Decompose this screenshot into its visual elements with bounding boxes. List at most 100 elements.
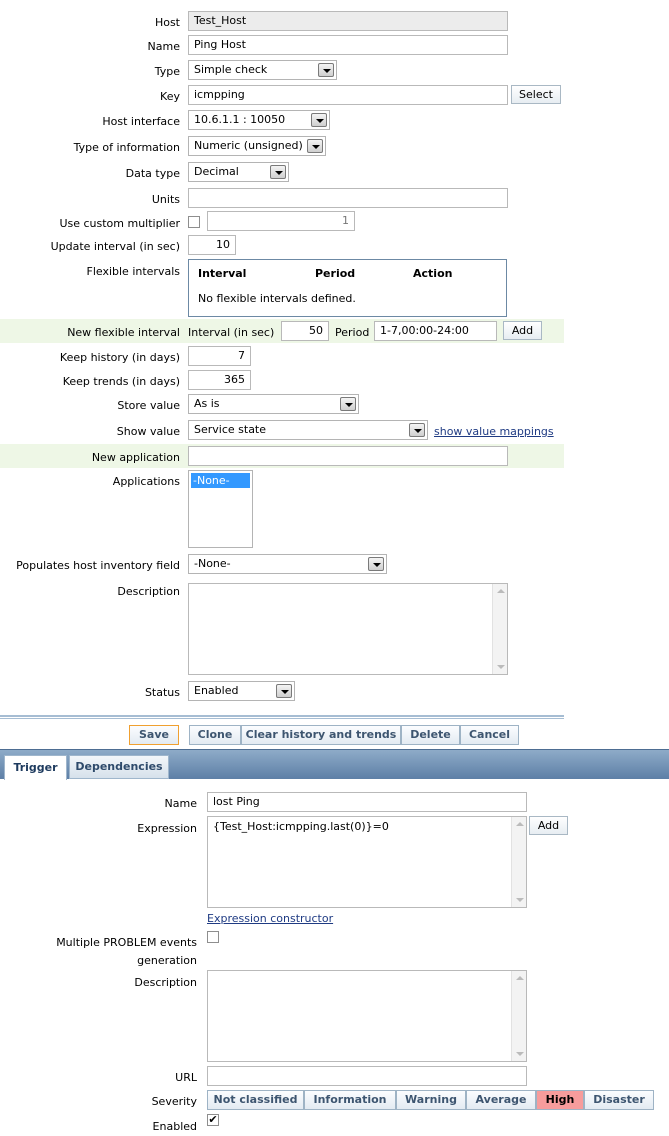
- show-value-label: Show value: [116, 425, 180, 438]
- store-value-select[interactable]: As is: [188, 394, 359, 414]
- expression-text: {Test_Host:icmpping.last(0)}=0: [213, 820, 389, 833]
- type-label: Type: [154, 65, 180, 78]
- inventory-field-value: -None-: [194, 557, 231, 570]
- tab-trigger[interactable]: Trigger: [4, 755, 67, 780]
- trigger-description-textarea[interactable]: [207, 970, 527, 1062]
- applications-label: Applications: [112, 475, 180, 488]
- expression-scrollbar[interactable]: [511, 817, 526, 907]
- scroll-down-icon: [516, 898, 524, 902]
- enabled-checkbox[interactable]: ✔: [207, 1114, 219, 1126]
- status-select[interactable]: Enabled: [188, 681, 295, 701]
- flexible-intervals-label: Flexible intervals: [86, 265, 181, 278]
- flex-empty-text: No flexible intervals defined.: [198, 292, 356, 305]
- severity-information[interactable]: Information: [304, 1090, 396, 1110]
- flexible-intervals-table: Interval Period Action No flexible inter…: [188, 259, 507, 317]
- scroll-down-icon: [497, 665, 505, 669]
- show-value-select[interactable]: Service state: [188, 420, 428, 440]
- new-flex-period-input[interactable]: 1-7,00:00-24:00: [374, 321, 497, 341]
- flex-col-action: Action: [413, 267, 453, 280]
- units-input[interactable]: [188, 188, 508, 208]
- inventory-field-select[interactable]: -None-: [188, 554, 387, 574]
- type-of-information-label: Type of information: [73, 141, 180, 154]
- new-application-label: New application: [91, 451, 180, 464]
- chevron-down-icon: [340, 397, 356, 411]
- severity-warning[interactable]: Warning: [396, 1090, 466, 1110]
- severity-not-classified[interactable]: Not classified: [207, 1090, 304, 1110]
- checkmark-icon: ✔: [208, 1113, 218, 1126]
- trigger-name-input[interactable]: lost Ping: [207, 792, 527, 812]
- tab-dependencies[interactable]: Dependencies: [69, 755, 169, 779]
- applications-listbox[interactable]: -None-: [188, 470, 253, 548]
- name-input[interactable]: Ping Host: [188, 35, 508, 55]
- clear-history-button[interactable]: Clear history and trends: [241, 725, 401, 745]
- chevron-down-icon: [311, 113, 327, 127]
- type-select-value: Simple check: [194, 63, 268, 76]
- enabled-label: Enabled: [152, 1120, 197, 1133]
- inventory-field-label: Populates host inventory field: [16, 559, 180, 572]
- host-field: Test_Host: [188, 11, 508, 31]
- host-interface-select[interactable]: 10.6.1.1 : 10050: [188, 110, 330, 130]
- type-of-information-value: Numeric (unsigned): [194, 139, 303, 152]
- expression-label: Expression: [137, 822, 197, 835]
- save-button[interactable]: Save: [129, 725, 179, 745]
- severity-average[interactable]: Average: [466, 1090, 536, 1110]
- custom-multiplier-input[interactable]: 1: [207, 211, 355, 231]
- flex-col-period: Period: [315, 267, 356, 280]
- custom-multiplier-checkbox[interactable]: [188, 216, 200, 228]
- cancel-button[interactable]: Cancel: [460, 725, 519, 745]
- clone-button[interactable]: Clone: [189, 725, 241, 745]
- host-interface-value: 10.6.1.1 : 10050: [194, 113, 286, 126]
- scroll-up-icon: [516, 976, 524, 980]
- new-flex-add-button[interactable]: Add: [503, 321, 542, 340]
- store-value-value: As is: [194, 397, 220, 410]
- host-label: Host: [154, 16, 180, 29]
- data-type-value: Decimal: [194, 165, 239, 178]
- expression-textarea[interactable]: {Test_Host:icmpping.last(0)}=0: [207, 816, 527, 908]
- status-label: Status: [144, 686, 180, 699]
- status-value: Enabled: [194, 684, 239, 697]
- chevron-down-icon: [307, 139, 323, 153]
- data-type-select[interactable]: Decimal: [188, 162, 289, 182]
- data-type-label: Data type: [125, 167, 180, 180]
- new-flex-interval-input[interactable]: 50: [281, 321, 329, 341]
- scroll-up-icon: [497, 589, 505, 593]
- trigger-description-scrollbar[interactable]: [511, 971, 526, 1061]
- units-label: Units: [151, 193, 180, 206]
- keep-history-input[interactable]: 7: [188, 346, 251, 366]
- applications-option-none[interactable]: -None-: [191, 473, 250, 488]
- expression-constructor-link[interactable]: Expression constructor: [207, 912, 333, 925]
- item-description-scrollbar[interactable]: [492, 584, 507, 674]
- update-interval-label: Update interval (in sec): [50, 240, 180, 253]
- key-select-button[interactable]: Select: [511, 85, 561, 104]
- key-label: Key: [160, 90, 180, 103]
- item-description-textarea[interactable]: [188, 583, 508, 675]
- new-flex-period-label: Period: [335, 326, 370, 339]
- expression-add-button[interactable]: Add: [529, 816, 568, 835]
- trigger-name-label: Name: [164, 797, 197, 810]
- chevron-down-icon: [270, 165, 286, 179]
- severity-disaster[interactable]: Disaster: [584, 1090, 654, 1110]
- keep-trends-label: Keep trends (in days): [62, 375, 180, 388]
- type-of-information-select[interactable]: Numeric (unsigned): [188, 136, 326, 156]
- new-flex-interval-label: Interval (in sec): [188, 326, 275, 339]
- multiple-problem-checkbox[interactable]: [207, 931, 219, 943]
- new-application-input[interactable]: [188, 446, 508, 466]
- form-separator: [0, 715, 564, 719]
- show-value-value: Service state: [194, 423, 267, 436]
- update-interval-input[interactable]: 10: [188, 235, 236, 255]
- type-select[interactable]: Simple check: [188, 60, 337, 80]
- show-value-mappings-link[interactable]: show value mappings: [434, 425, 554, 438]
- severity-high[interactable]: High: [536, 1090, 584, 1110]
- chevron-down-icon: [368, 557, 384, 571]
- url-input[interactable]: [207, 1066, 527, 1086]
- key-input[interactable]: icmpping: [188, 85, 508, 105]
- new-flexible-interval-label: New flexible interval: [67, 326, 180, 339]
- keep-trends-input[interactable]: 365: [188, 370, 251, 390]
- name-label: Name: [147, 40, 180, 53]
- delete-button[interactable]: Delete: [401, 725, 460, 745]
- flex-col-interval: Interval: [198, 267, 247, 280]
- keep-history-label: Keep history (in days): [59, 351, 180, 364]
- trigger-description-label: Description: [134, 976, 197, 989]
- multiple-problem-label: Multiple PROBLEM events: [56, 936, 197, 949]
- host-interface-label: Host interface: [102, 115, 180, 128]
